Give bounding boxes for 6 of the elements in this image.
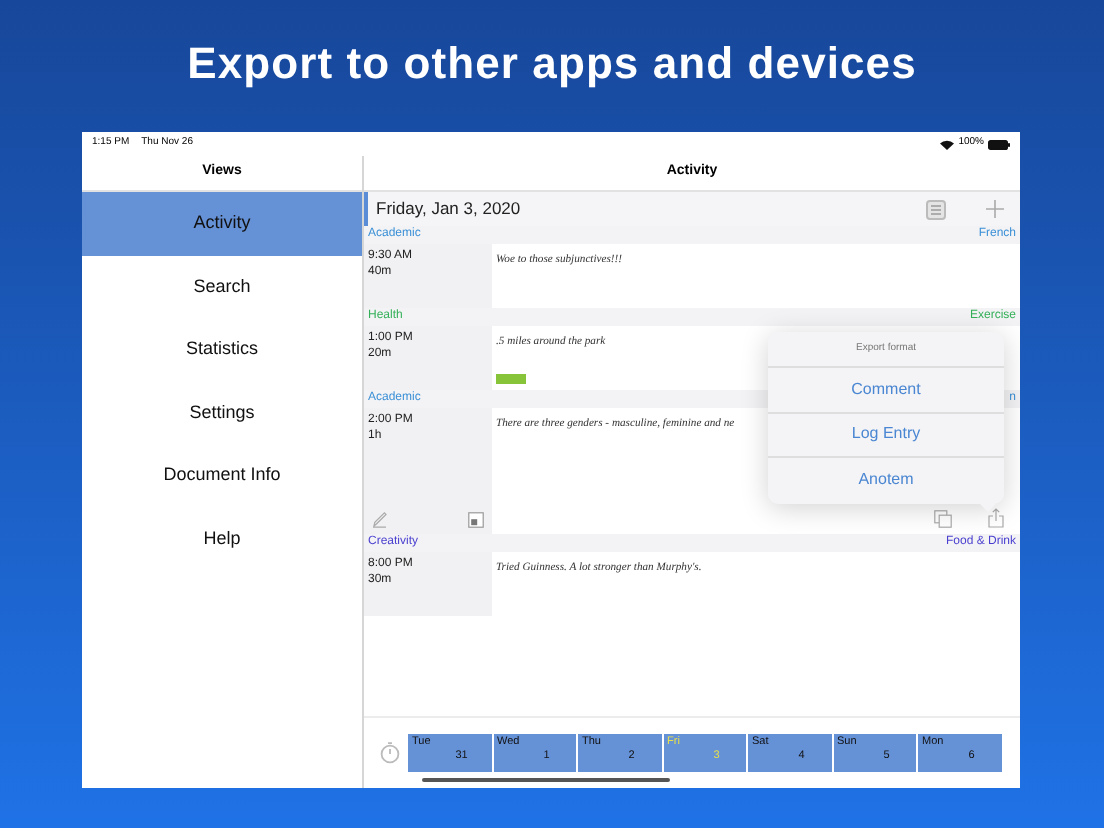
export-option[interactable]: Log Entry xyxy=(768,413,1004,458)
sidebar-item[interactable]: Activity xyxy=(82,192,362,255)
export-option[interactable]: Comment xyxy=(768,368,1004,413)
date-label: Friday, Jan 3, 2020 xyxy=(376,196,521,222)
export-option[interactable]: Anotem xyxy=(768,458,1004,503)
headline: Export to other apps and devices xyxy=(187,35,917,92)
